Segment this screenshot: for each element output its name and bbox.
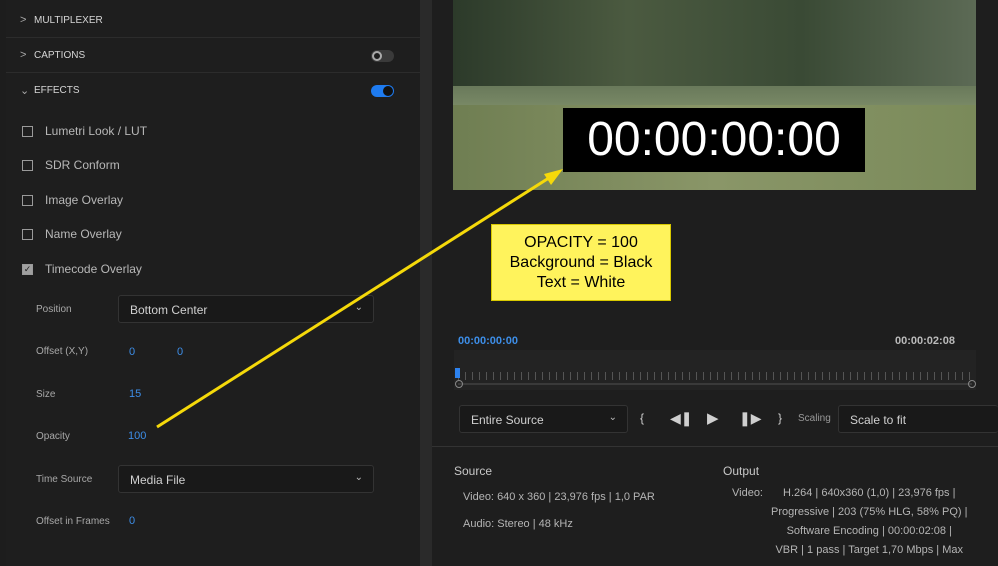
annotation-arrow bbox=[156, 169, 563, 429]
arrow-line bbox=[156, 174, 553, 429]
arrow-head bbox=[544, 169, 563, 185]
